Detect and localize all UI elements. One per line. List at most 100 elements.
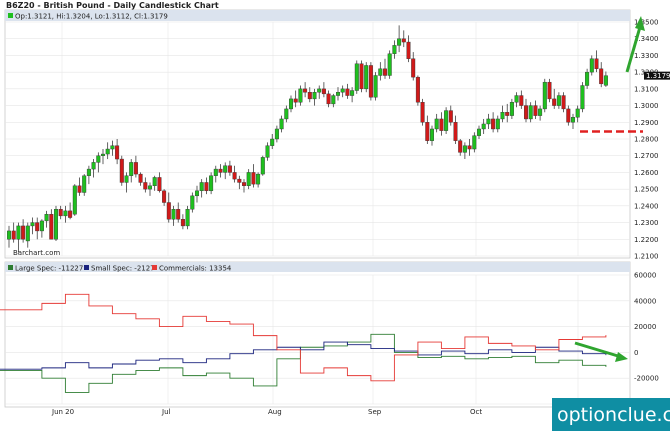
candle [420,98,425,126]
price-tick-label: 1.2600 [634,169,659,177]
candle-body [448,110,453,123]
candle-body [303,88,308,93]
candle-body [387,53,392,76]
candle-body [129,162,134,176]
legend-swatch-commercials [152,265,157,270]
candle-body [194,190,199,197]
candle-body [401,38,406,43]
candle-body [138,173,143,183]
candle-body [552,98,557,106]
candle-body [82,175,87,193]
candle-body [345,88,350,96]
candle-body [486,118,491,125]
last-price-label: 1.3179 [646,72,670,80]
cot-panel-background [4,261,631,408]
candle-body [368,65,373,98]
candle-body [284,108,289,120]
candle-body [331,95,336,105]
candle-body [176,208,181,220]
legend-swatch-small-spec [84,265,89,270]
cot-tick-label: 40000 [634,297,656,305]
candle [542,78,547,113]
price-tick-label: 1.2900 [634,119,659,127]
candle-body [585,71,590,86]
cot-tick-label: 20000 [634,323,656,331]
candle-body [119,158,124,183]
chart-canvas: Op:1.3121, Hi:1.3204, Lo:1.3112, Cl:1.31… [0,1,670,431]
price-tick-label: 1.2300 [634,219,659,227]
candle-body [58,208,63,217]
legend-large-spec: Large Spec: -11227 [15,265,83,273]
candle-body [373,75,378,98]
candle-body [44,214,49,222]
candle-body [317,88,322,93]
candle-body [237,178,242,183]
candle [54,205,59,241]
candle-body [430,128,435,141]
candle-body [16,225,21,240]
candle-body [556,95,561,106]
candle-body [25,225,30,242]
candle-body [213,168,218,176]
candle-body [241,182,246,186]
candle [547,78,552,103]
candle-body [594,58,599,69]
candle-body [251,172,256,185]
candle [580,82,585,113]
candle-body [39,220,44,232]
candle-body [279,118,284,130]
candle [364,62,369,93]
price-tick-label: 1.2700 [634,152,659,160]
candle-body [35,222,40,232]
candle-body [359,63,364,90]
candle-body [519,95,524,106]
candle-body [425,122,430,141]
x-label-oct: Oct [470,408,482,416]
candle-body [481,123,486,130]
candle-body [415,76,420,103]
candle-body [580,85,585,110]
candle-body [336,91,341,96]
candle-body [68,210,73,218]
candle-body [180,219,185,227]
candle-body [115,145,120,160]
candle-body [110,145,115,150]
cot-tick-label: -20000 [634,375,659,383]
candle-body [312,91,317,100]
candle [119,155,124,186]
candle-body [392,45,397,54]
candle-body [491,118,496,130]
candle-body [223,165,228,173]
cot-y-axis: -40000-200000200004000060000 [634,272,659,409]
candle-body [147,185,152,190]
x-label-jul: Jul [161,408,171,416]
candle-body [364,65,369,90]
candle-body [500,112,505,120]
candle-body [166,202,171,220]
candle-body [54,208,59,240]
candle [415,75,420,106]
candle-body [561,95,566,110]
x-axis: Jun 20 Jul Aug Sep Oct [51,408,482,416]
candle-body [340,88,345,93]
candle-body [571,117,576,123]
candle-body [199,182,204,192]
candle-body [63,210,68,217]
x-label-sep: Sep [368,408,382,416]
candle-body [411,58,416,78]
candle-body [547,81,552,100]
candle [359,60,364,93]
cot-tick-label: 0 [634,349,638,357]
candle [260,155,265,176]
candle-body [350,90,355,96]
candle-body [533,105,538,116]
candle-body [30,222,35,227]
candle-body [477,128,482,136]
watermark-text: optionclue.com [557,404,670,426]
candle-body [495,118,500,130]
candle-body [599,68,604,85]
x-label-aug: Aug [268,408,282,416]
candle [185,205,190,230]
candle-body [439,118,444,131]
price-tick-label: 1.2100 [634,253,659,261]
